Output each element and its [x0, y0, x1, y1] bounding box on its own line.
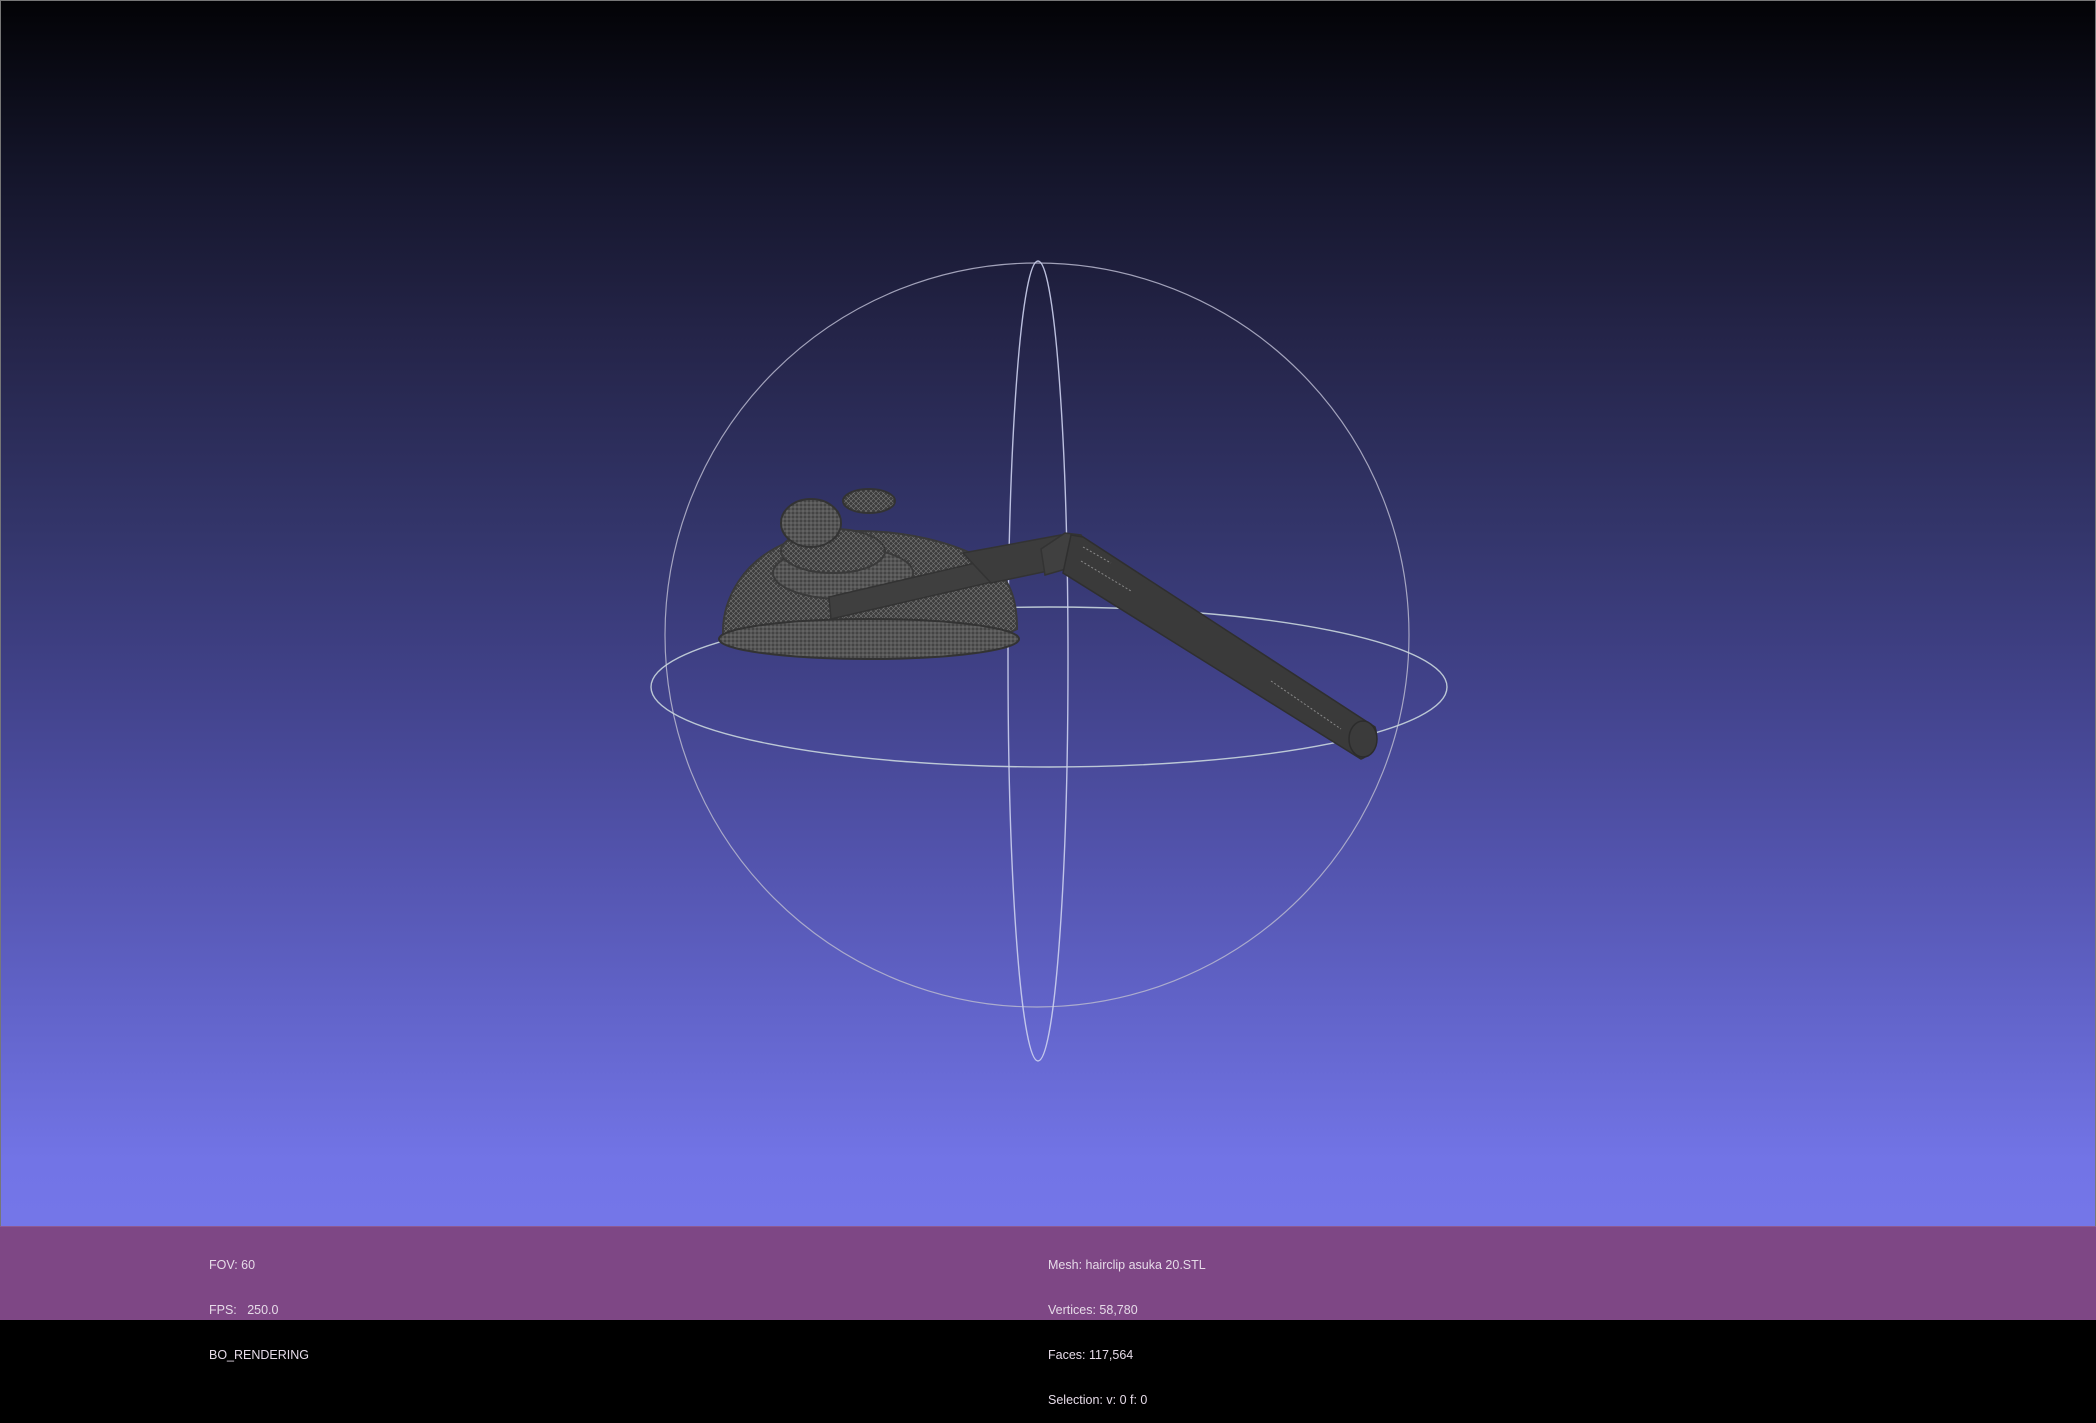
- fov-readout: FOV: 60: [209, 1258, 256, 1272]
- trackball-gizmo[interactable]: [650, 260, 1448, 1062]
- dome-bump: [842, 488, 896, 514]
- render-info-panel: FOV: 60 FPS: 250.0 BO_RENDERING: [209, 1228, 309, 1378]
- dome-knob: [780, 498, 842, 548]
- dome-rim: [718, 618, 1020, 660]
- vertices-readout: Vertices: 58,780: [1048, 1303, 1138, 1317]
- fps-readout: FPS: 250.0: [209, 1303, 279, 1317]
- render-mode-readout: BO_RENDERING: [209, 1348, 310, 1362]
- faces-readout: Faces: 117,564: [1048, 1348, 1134, 1362]
- selection-readout: Selection: v: 0 f: 0: [1048, 1393, 1148, 1407]
- scene-canvas[interactable]: [1, 1, 2096, 1321]
- 3d-viewport[interactable]: [0, 0, 2096, 1320]
- mesh-info-panel: Mesh: hairclip asuka 20.STL Vertices: 58…: [1048, 1228, 1206, 1423]
- mesh-wireframe-model[interactable]: [718, 488, 1378, 760]
- clip-arm-long: [1062, 534, 1377, 760]
- trackball-vertical-ring[interactable]: [1007, 260, 1069, 1062]
- mesh-name-readout: Mesh: hairclip asuka 20.STL: [1048, 1258, 1206, 1272]
- clip-arm-tip: [1348, 720, 1378, 758]
